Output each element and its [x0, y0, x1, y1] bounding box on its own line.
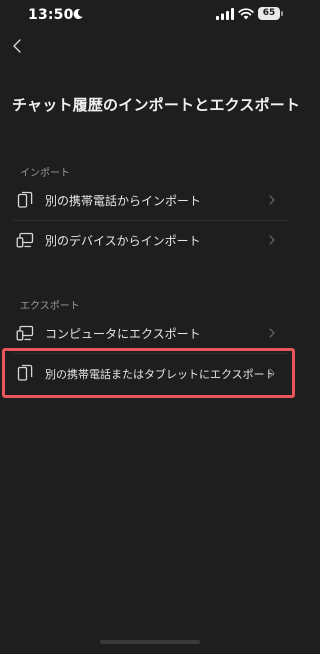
row-label: 別の携帯電話からインポート [45, 194, 202, 208]
row-label: 別のデバイスからインポート [45, 234, 201, 248]
import-from-phone-row[interactable]: 別の携帯電話からインポート [12, 180, 288, 220]
export-section-header: エクスポート [20, 301, 80, 312]
phone-icon [17, 191, 33, 208]
signal-icon [216, 8, 234, 20]
status-bar: 13:50 65 [0, 0, 300, 30]
chevron-right-icon [269, 195, 275, 205]
moon-icon [73, 8, 83, 19]
home-indicator [100, 640, 200, 644]
row-label: コンピュータにエクスポート [45, 327, 201, 341]
export-to-computer-row[interactable]: コンピュータにエクスポート [12, 313, 288, 353]
chevron-right-icon [269, 328, 275, 338]
import-section-header: インポート [20, 168, 70, 179]
import-from-device-row[interactable]: 別のデバイスからインポート [12, 220, 288, 260]
highlight-annotation [2, 348, 295, 398]
back-button[interactable] [6, 34, 30, 58]
chevron-right-icon [269, 235, 275, 245]
chevron-left-icon [13, 39, 21, 53]
wifi-icon [238, 8, 254, 20]
status-time: 13:50 [28, 7, 74, 23]
page-title: チャット履歴のインポートとエクスポート [12, 96, 301, 114]
battery-icon: 65 [258, 7, 283, 20]
devices-icon [16, 325, 34, 341]
devices-icon [16, 232, 34, 248]
